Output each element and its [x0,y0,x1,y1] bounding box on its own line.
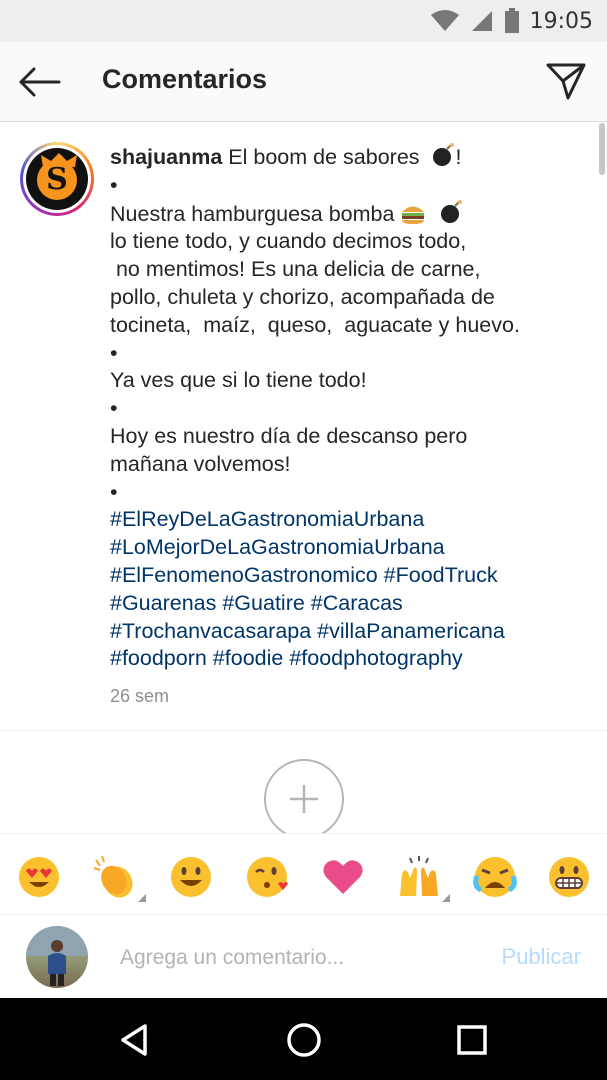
caption-line: • [110,396,118,421]
caption-comment: S shajuanma El boom de sabores ! • Nuest… [0,123,607,730]
caption-line: • [110,172,118,197]
divider [0,730,607,731]
system-nav-bar [0,998,607,1080]
skin-tone-indicator [442,894,450,902]
current-user-avatar [26,926,88,988]
red-heart-emoji-icon[interactable] [318,854,368,900]
wifi-icon [430,10,459,31]
caption-line: lo tiene todo, y cuando decimos todo, [110,229,467,254]
back-button[interactable] [14,60,64,104]
nav-back-button[interactable] [112,1018,156,1062]
plus-icon [290,785,318,813]
skin-tone-indicator [138,894,146,902]
comments-list[interactable]: S shajuanma El boom de sabores ! • Nuest… [0,123,607,833]
comment-composer: Publicar [0,916,607,998]
heart-eyes-emoji-icon[interactable] [14,854,64,900]
paper-plane-icon [546,63,586,100]
caption-line: • [110,340,118,365]
clapping-hands-emoji-icon[interactable] [90,854,146,902]
comment-input[interactable] [120,940,470,976]
battery-icon [504,8,519,33]
nav-recents-icon [457,1025,487,1055]
hamburger-emoji-icon [402,206,425,224]
grimacing-face-emoji-icon[interactable] [544,854,594,900]
raising-hands-emoji-icon[interactable] [394,854,450,902]
caption-line: Hoy es nuestro día de descanso pero [110,423,468,448]
emoji-quick-bar [0,833,607,915]
nav-home-button[interactable] [282,1018,326,1062]
nav-recents-button[interactable] [450,1018,494,1062]
app-header: Comentarios [0,42,607,122]
kissing-face-emoji-icon[interactable] [242,854,292,900]
nav-back-icon [121,1024,147,1056]
avatar[interactable]: S [20,142,94,216]
hashtag-line[interactable]: #LoMejorDeLaGastronomiaUrbana [110,534,580,562]
caption-line: tocineta, maíz, queso, aguacate y huevo. [110,312,520,337]
hashtag-line[interactable]: #Guarenas #Guatire #Caracas [110,590,580,618]
caption-line: • [110,479,118,504]
bomb-emoji-icon [441,199,463,223]
share-button[interactable] [543,58,589,104]
status-time: 19:05 [529,8,593,34]
cell-signal-icon [471,11,492,31]
load-more-button[interactable] [264,759,344,833]
status-bar: 19:05 [0,0,607,42]
caption-line: no mentimos! Es una delicia de carne, [110,257,481,282]
grinning-face-emoji-icon[interactable] [166,854,216,900]
caption-line: Ya ves que si lo tiene todo! [110,368,367,393]
page-title: Comentarios [102,64,268,94]
bomb-emoji-icon [432,143,454,166]
hashtag-line[interactable]: #Trochanvacasarapa #villaPanamericana [110,618,580,646]
arrow-left-icon [19,67,61,97]
hashtag-line[interactable]: #foodporn #foodie #foodphotography [110,645,580,673]
crying-face-emoji-icon[interactable] [470,854,520,900]
username-link[interactable]: shajuanma [110,145,222,169]
hashtag-line[interactable]: #ElFenomenoGastronomico #FoodTruck [110,562,580,590]
post-button[interactable]: Publicar [502,944,581,970]
nav-home-icon [287,1023,321,1057]
caption-line: pollo, chuleta y chorizo, acompañada de [110,284,495,309]
status-icons: 19:05 [430,6,593,36]
caption-line: Nuestra hamburguesa bomba [110,199,580,229]
caption-line: mañana volvemos! [110,451,291,476]
caption-first-line: El boom de sabores [222,145,420,169]
logo-icon: S [37,160,77,201]
comment-timestamp: 26 sem [110,686,170,706]
hashtag-line[interactable]: #ElReyDeLaGastronomiaUrbana [110,506,580,534]
caption-text: shajuanma El boom de sabores ! • Nuestra… [110,143,580,673]
